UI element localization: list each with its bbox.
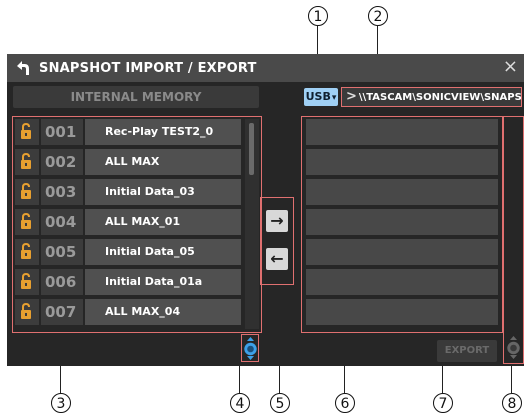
lock-icon[interactable]	[15, 119, 39, 145]
snapshot-number: 006	[41, 269, 83, 295]
left-scrollbar[interactable]	[245, 119, 259, 329]
lock-icon[interactable]	[15, 299, 39, 325]
callout-7: 7	[433, 393, 453, 413]
snapshot-name: Rec-Play TEST2_0	[85, 119, 241, 145]
close-icon[interactable]: ×	[503, 56, 518, 78]
snapshot-row[interactable]: 001 Rec-Play TEST2_0	[15, 119, 241, 145]
snapshot-number: 007	[41, 299, 83, 325]
usb-snapshot-list	[301, 116, 503, 333]
chevron-down-icon: ▾	[331, 93, 337, 103]
callout-5: 5	[270, 393, 290, 413]
left-scroll-area[interactable]	[241, 334, 259, 362]
lock-icon[interactable]	[15, 179, 39, 205]
snapshot-row[interactable]: 002 ALL MAX	[15, 149, 241, 175]
lock-icon[interactable]	[15, 209, 39, 235]
callout-1: 1	[308, 6, 328, 26]
import-arrow-button[interactable]: ←	[266, 248, 288, 270]
callout-4-leader	[239, 362, 241, 393]
left-scrollbar-thumb[interactable]	[249, 123, 254, 175]
snapshot-window: SNAPSHOT IMPORT / EXPORT × INTERNAL MEMO…	[7, 54, 524, 366]
usb-source-button[interactable]: USB▾	[304, 88, 338, 106]
snapshot-name: Initial Data_01a	[85, 269, 241, 295]
folder-path-text: \\TASCAM\SONICVIEW\SNAPSHOT\	[358, 92, 522, 103]
usb-snapshot-row[interactable]	[306, 269, 498, 295]
scroll-knob-icon[interactable]	[243, 336, 258, 361]
chevron-right-icon: >	[346, 89, 357, 104]
title-bar: SNAPSHOT IMPORT / EXPORT ×	[7, 54, 524, 82]
folder-path-display: >\\TASCAM\SONICVIEW\SNAPSHOT\	[341, 87, 522, 107]
transfer-buttons: → ←	[260, 197, 294, 285]
usb-snapshot-row[interactable]	[306, 149, 498, 175]
lock-icon[interactable]	[15, 269, 39, 295]
snapshot-name: ALL MAX_04	[85, 299, 241, 325]
lock-icon[interactable]	[15, 239, 39, 265]
snapshot-row[interactable]: 003 Initial Data_03	[15, 179, 241, 205]
callout-3: 3	[51, 393, 71, 413]
lock-icon[interactable]	[15, 149, 39, 175]
export-arrow-button[interactable]: →	[266, 210, 288, 232]
callout-8: 8	[502, 393, 522, 413]
scroll-knob-icon[interactable]	[506, 335, 521, 360]
export-button[interactable]: EXPORT	[437, 340, 497, 362]
usb-label: USB	[305, 90, 331, 103]
internal-memory-button[interactable]: INTERNAL MEMORY	[13, 86, 259, 108]
snapshot-name: Initial Data_03	[85, 179, 241, 205]
callout-6: 6	[335, 393, 355, 413]
snapshot-number: 005	[41, 239, 83, 265]
usb-snapshot-row[interactable]	[306, 119, 498, 145]
usb-snapshot-row[interactable]	[306, 299, 498, 325]
usb-snapshot-row[interactable]	[306, 179, 498, 205]
snapshot-row[interactable]: 004 ALL MAX_01	[15, 209, 241, 235]
callout-7-leader	[442, 362, 444, 393]
callout-2: 2	[368, 6, 388, 26]
snapshot-row[interactable]: 007 ALL MAX_04	[15, 299, 241, 325]
snapshot-row[interactable]: 006 Initial Data_01a	[15, 269, 241, 295]
internal-snapshot-list: 001 Rec-Play TEST2_0 002 ALL MAX 003 Initial …	[12, 116, 262, 333]
usb-snapshot-row[interactable]	[306, 209, 498, 235]
snapshot-number: 003	[41, 179, 83, 205]
callout-8-leader	[511, 362, 513, 393]
callout-4: 4	[230, 393, 250, 413]
snapshot-number: 001	[41, 119, 83, 145]
snapshot-number: 004	[41, 209, 83, 235]
snapshot-row[interactable]: 005 Initial Data_05	[15, 239, 241, 265]
back-icon[interactable]	[11, 57, 33, 79]
window-title: SNAPSHOT IMPORT / EXPORT	[39, 61, 257, 76]
snapshot-name: ALL MAX	[85, 149, 241, 175]
snapshot-name: Initial Data_05	[85, 239, 241, 265]
snapshot-name: ALL MAX_01	[85, 209, 241, 235]
snapshot-number: 002	[41, 149, 83, 175]
usb-snapshot-row[interactable]	[306, 239, 498, 265]
right-scroll-area[interactable]	[503, 116, 524, 364]
